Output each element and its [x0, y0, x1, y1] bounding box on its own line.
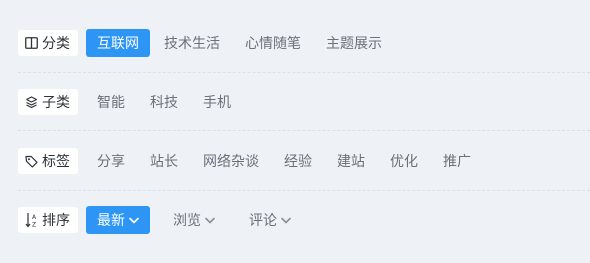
sort-option-latest-text: 最新 [97, 213, 125, 229]
tag-option-web-talk[interactable]: 网络杂谈 [192, 147, 270, 175]
category-label: 分类 [18, 30, 78, 56]
sort-az-icon: AZ [25, 212, 38, 228]
tag-option-experience[interactable]: 经验 [273, 147, 323, 175]
tag-option-optimization[interactable]: 优化 [379, 147, 429, 175]
sort-label-text: 排序 [42, 213, 70, 229]
category-option-internet[interactable]: 互联网 [86, 29, 150, 57]
sort-option-comments-text: 评论 [249, 213, 277, 229]
tag-option-site-building[interactable]: 建站 [326, 147, 376, 175]
chevron-down-icon [129, 217, 139, 224]
tags-label: 标签 [18, 148, 78, 174]
sort-label: AZ 排序 [18, 207, 78, 233]
tag-option-share[interactable]: 分享 [86, 147, 136, 175]
category-option-theme-showcase[interactable]: 主题展示 [315, 29, 393, 57]
subcategory-label-text: 子类 [42, 95, 70, 111]
tags-label-text: 标签 [42, 154, 70, 170]
row-divider [18, 130, 590, 131]
row-divider [18, 72, 590, 73]
category-label-text: 分类 [42, 36, 70, 52]
row-divider [18, 190, 590, 191]
tags-filter-row: 标签 分享 站长 网络杂谈 经验 建站 优化 推广 [18, 147, 590, 175]
subcategory-label: 子类 [18, 89, 78, 115]
tag-icon [25, 155, 38, 168]
sort-option-latest[interactable]: 最新 [86, 206, 150, 234]
sort-option-views[interactable]: 浏览 [162, 206, 226, 234]
sort-option-comments[interactable]: 评论 [238, 206, 302, 234]
chevron-down-icon [205, 217, 215, 224]
svg-text:Z: Z [32, 222, 36, 229]
category-option-mood-essay[interactable]: 心情随笔 [234, 29, 312, 57]
chevron-down-icon [281, 217, 291, 224]
category-option-tech-life[interactable]: 技术生活 [153, 29, 231, 57]
subcategory-option-technology[interactable]: 科技 [139, 88, 189, 116]
category-filter-row: 分类 互联网 技术生活 心情随笔 主题展示 [18, 29, 590, 57]
sort-filter-row: AZ 排序 最新 浏览 评论 [18, 206, 590, 234]
svg-text:A: A [32, 214, 37, 221]
tag-option-promotion[interactable]: 推广 [432, 147, 482, 175]
layers-icon [25, 96, 38, 108]
subcategory-option-mobile[interactable]: 手机 [192, 88, 242, 116]
book-open-icon [25, 37, 38, 49]
sort-option-views-text: 浏览 [173, 213, 201, 229]
tag-option-webmaster[interactable]: 站长 [139, 147, 189, 175]
subcategory-filter-row: 子类 智能 科技 手机 [18, 88, 590, 116]
subcategory-option-smart[interactable]: 智能 [86, 88, 136, 116]
